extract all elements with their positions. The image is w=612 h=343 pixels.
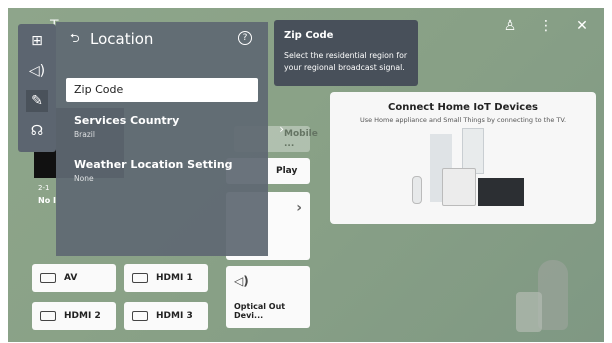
chevron-right-icon: ›: [279, 122, 284, 136]
panel-header: ⮌ Location: [56, 22, 268, 56]
top-icons: ♙ ⋮ ✕: [502, 18, 590, 34]
zip-code-item[interactable]: Zip Code: [66, 78, 258, 102]
av-label: AV: [64, 273, 78, 283]
weather-location-value: None: [74, 174, 94, 183]
tooltip-body: Select the residential region for your r…: [284, 51, 408, 72]
pot-decoration: [516, 292, 542, 332]
more-icon[interactable]: ⋮: [538, 18, 554, 34]
mobile-label: Mobile ...: [284, 129, 318, 149]
panel-title: Location: [90, 30, 154, 48]
iot-card[interactable]: Connect Home IoT Devices Use Home applia…: [330, 92, 596, 224]
settings-rail: ⊞ ◁) ✎ ☊: [18, 24, 56, 152]
air-purifier-illustration: [412, 176, 422, 204]
services-country-value: Brazil: [74, 130, 95, 139]
weather-location-item[interactable]: Weather Location Setting None: [66, 158, 258, 183]
hdmi-icon: [132, 273, 148, 283]
sound-icon[interactable]: ◁): [26, 60, 48, 82]
quick-settings-icon[interactable]: ⊞: [26, 30, 48, 52]
tv-home-screen: T n ♙ ⋮ ✕ 2-1 No I Connect Home IoT Devi…: [8, 8, 604, 342]
av-tile[interactable]: AV: [32, 264, 116, 292]
services-country-item[interactable]: Services Country Brazil ›: [66, 114, 284, 139]
close-icon[interactable]: ✕: [574, 18, 590, 34]
speaker-icon: ◁): [234, 274, 249, 288]
iot-subtitle: Use Home appliance and Small Things by c…: [359, 116, 567, 124]
vase-decoration: [538, 260, 568, 330]
hdmi1-tile[interactable]: HDMI 1: [124, 264, 208, 292]
weather-location-label: Weather Location Setting: [74, 158, 233, 171]
chevron-right-icon: ›: [296, 200, 302, 216]
play-label: Play: [276, 166, 298, 176]
hdmi2-label: HDMI 2: [64, 311, 101, 321]
tooltip-title: Zip Code: [284, 30, 334, 41]
location-panel: ⮌ Location ? Zip Code Services Country B…: [56, 22, 284, 256]
user-icon[interactable]: ♙: [502, 18, 518, 34]
hdmi-icon: [40, 311, 56, 321]
support-icon[interactable]: ☊: [26, 120, 48, 142]
back-icon[interactable]: ⮌: [70, 29, 84, 50]
hdmi3-tile[interactable]: HDMI 3: [124, 302, 208, 330]
optical-out-label: Optical Out Devi...: [234, 302, 286, 320]
optical-out-tile[interactable]: ◁) Optical Out Devi...: [226, 266, 310, 328]
general-icon[interactable]: ✎: [26, 90, 48, 112]
hdmi-icon: [132, 311, 148, 321]
services-country-label: Services Country: [74, 114, 180, 127]
av-icon: [40, 273, 56, 283]
hdmi3-label: HDMI 3: [156, 311, 193, 321]
hdmi1-label: HDMI 1: [156, 273, 193, 283]
zip-code-tooltip: Zip Code Select the residential region f…: [274, 20, 418, 86]
iot-title: Connect Home IoT Devices: [388, 102, 538, 113]
hdmi2-tile[interactable]: HDMI 2: [32, 302, 116, 330]
tv-illustration: [478, 178, 524, 206]
channel-name: No I: [38, 196, 56, 205]
washer-illustration: [442, 168, 476, 206]
channel-number: 2-1: [38, 184, 50, 192]
help-icon[interactable]: ?: [238, 31, 252, 45]
